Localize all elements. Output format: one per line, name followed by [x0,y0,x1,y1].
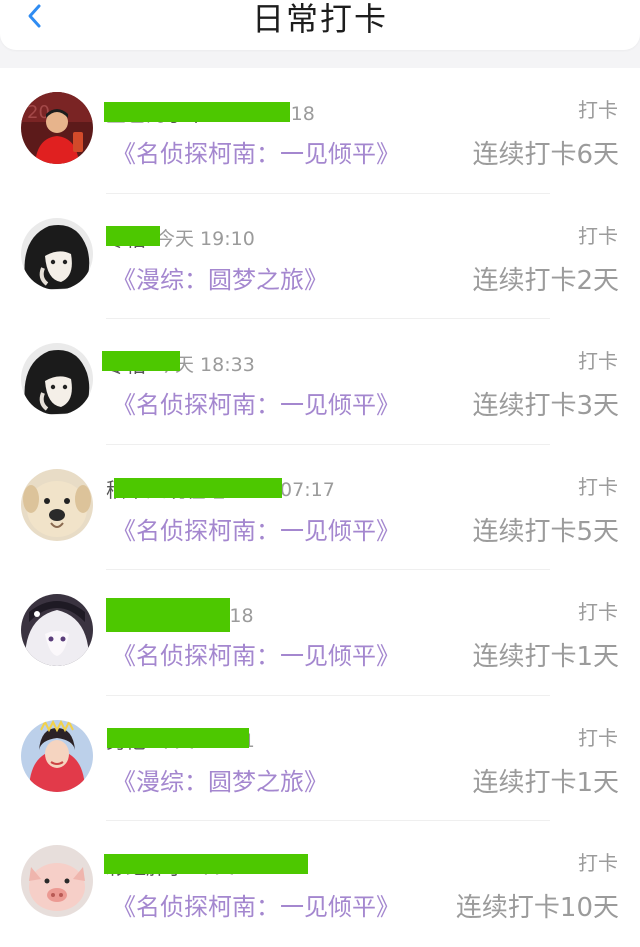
show-title[interactable]: 《名侦探柯南：一见倾平》 [112,511,400,546]
streak-count: 连续打卡6天 [472,140,619,170]
page-title: 日常打卡 [251,0,388,38]
show-title[interactable]: 《名侦探柯南：一见倾平》 [112,887,400,922]
redaction-bar [102,351,180,371]
redaction-bar [104,854,308,874]
avatar-player-red[interactable]: 20 [21,92,93,164]
checkin-label: 打卡 [578,474,618,499]
streak-count: 连续打卡5天 [472,516,619,547]
avatar-pig[interactable] [21,845,93,917]
show-title[interactable]: 《名侦探柯南：一见倾平》 [112,636,400,671]
checkin-label: 打卡 [578,349,618,373]
show-title[interactable]: 《名侦探柯南：一见倾平》 [112,385,400,420]
show-title[interactable]: 《漫综：圆梦之旅》 [112,762,328,797]
streak-count: 连续打卡2天 [472,265,619,296]
redaction-bar [104,102,290,122]
checkin-list: 20 金色的手巾 今天 20:18 《名侦探柯南：一见倾平》 打卡 连续打卡6天 [0,68,640,947]
redaction-bar [114,477,282,498]
redaction-bar [106,598,230,632]
avatar-costume[interactable] [21,719,93,792]
checkin-item[interactable]: 彩虹胖子 今天 00:15 《名侦探柯南：一见倾平》 打卡 连续打卡10天 [0,821,640,947]
checkin-item[interactable]: E W 今天 03:18 《名侦探柯南：一见倾平》 打卡 连续打卡1天 [0,570,640,696]
checkin-item[interactable]: 20 金色的手巾 今天 20:18 《名侦探柯南：一见倾平》 打卡 连续打卡6天 [0,68,640,194]
avatar-anime-dark[interactable] [21,343,93,415]
avatar-anime-dark[interactable] [21,217,93,290]
streak-count: 连续打卡1天 [472,767,619,798]
streak-count: 连续打卡10天 [455,893,619,923]
show-title[interactable]: 《名侦探柯南：一见倾平》 [112,134,400,169]
streak-count: 连续打卡3天 [472,391,619,421]
streak-count: 连续打卡1天 [472,642,619,672]
top-bar: 日常打卡 [0,0,640,50]
redaction-bar [107,727,249,748]
show-title[interactable]: 《漫综：圆梦之旅》 [112,260,328,295]
checkin-label: 打卡 [578,851,618,875]
redaction-bar [106,225,160,246]
checkin-time: 今天 19:10 [156,228,255,250]
checkin-label: 打卡 [578,98,618,122]
avatar-anime-white[interactable] [21,594,93,666]
checkin-item[interactable]: 零柏 今天 18:33 《名侦探柯南：一见倾平》 打卡 连续打卡3天 [0,319,640,445]
checkin-item[interactable]: 另他 今天 01:41 《漫综：圆梦之旅》 打卡 连续打卡1天 [0,696,640,821]
checkin-item[interactable]: 稻草人现在睡 今天 07:17 《名侦探柯南：一见倾平》 打卡 连续打卡5天 [0,445,640,570]
avatar-dog[interactable] [21,468,93,541]
checkin-label: 打卡 [578,600,618,624]
checkin-item[interactable]: 零柏 今天 19:10 《漫综：圆梦之旅》 打卡 连续打卡2天 [0,194,640,319]
checkin-label: 打卡 [578,223,618,248]
checkin-label: 打卡 [578,725,618,750]
